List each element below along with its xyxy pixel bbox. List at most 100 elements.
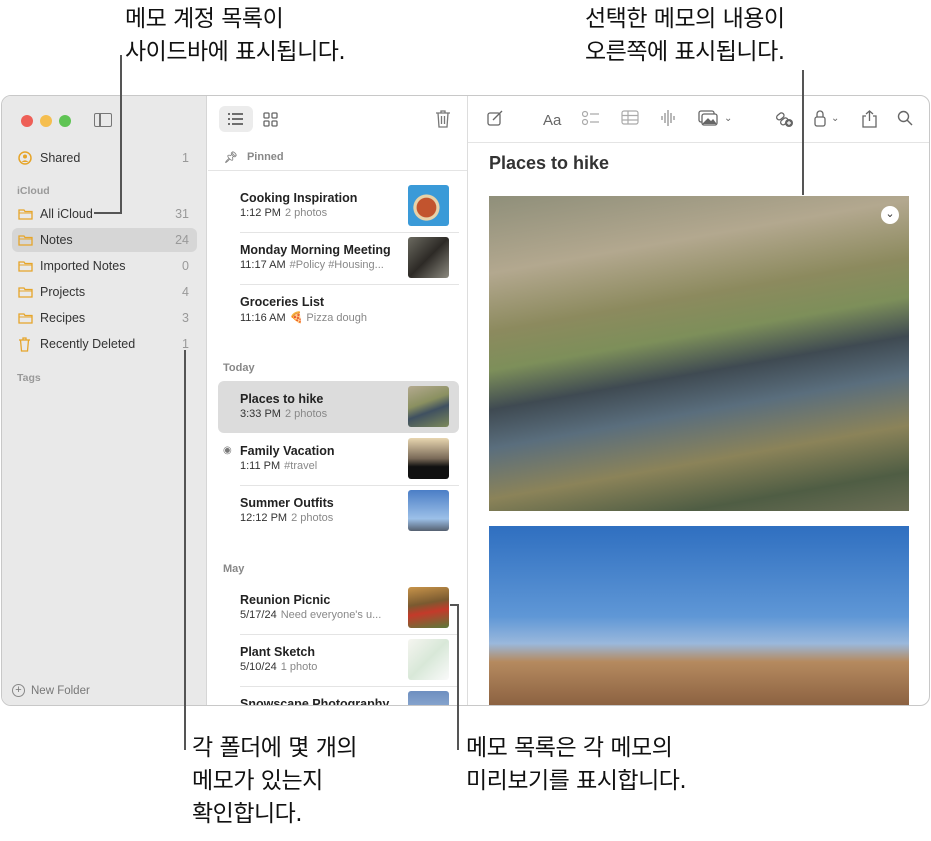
sidebar-item-projects[interactable]: Projects 4 (12, 280, 197, 304)
note-time: 3:33 PM (240, 408, 281, 420)
note-list-item[interactable]: Plant Sketch 5/10/24 1 photo (218, 634, 459, 687)
note-thumbnail (408, 587, 449, 628)
note-title: Groceries List (240, 295, 325, 309)
section-header-icloud: iCloud (17, 185, 50, 197)
note-meta: 3:33 PM 2 photos (240, 408, 327, 420)
note-time: 11:16 AM (240, 312, 286, 324)
audio-icon[interactable] (660, 110, 676, 130)
callout-content: 선택한 메모의 내용이오른쪽에 표시됩니다. (585, 3, 785, 69)
shared-person-icon (18, 151, 34, 165)
note-thumbnail (408, 438, 449, 479)
shared-person-icon: ◉ (223, 445, 232, 456)
divider (208, 170, 467, 171)
note-editor: Aa ⌄ ⌄ Places to hike ⌄ (468, 96, 929, 705)
plus-circle-icon: + (12, 684, 25, 697)
note-time: 5/10/24 (240, 661, 277, 673)
note-meta: 1:12 PM 2 photos (240, 207, 327, 219)
note-meta: 11:16 AM 🍕 Pizza dough (240, 311, 367, 324)
callout-line: 사이드바에 표시됩니다. (125, 39, 346, 65)
gallery-view-button[interactable] (263, 112, 278, 132)
hiking-photo-stream[interactable]: ⌄ (489, 196, 909, 511)
section-header-tags: Tags (17, 372, 41, 384)
group-header-may: May (223, 563, 245, 575)
folder-icon (18, 234, 34, 246)
minimize-button[interactable] (40, 115, 52, 127)
sidebar-item-imported-notes[interactable]: Imported Notes 0 (12, 254, 197, 278)
callout-previews: 메모 목록은 각 메모의 미리보기를 표시합니다. (466, 732, 687, 798)
note-title: Cooking Inspiration (240, 191, 358, 205)
note-meta: 5/17/24 Need everyone's u... (240, 609, 381, 621)
sidebar-toggle-icon[interactable] (94, 113, 112, 127)
note-time: 5/17/24 (240, 609, 277, 621)
notes-window: Shared 1 iCloud All iCloud 31 Notes 24 Import… (1, 95, 930, 706)
note-preview: Need everyone's u... (280, 609, 382, 621)
note-title: Monday Morning Meeting (240, 243, 391, 257)
sidebar-item-count: 1 (182, 151, 189, 165)
close-button[interactable] (21, 115, 33, 127)
format-button[interactable]: Aa (543, 112, 561, 129)
hiking-photo-arch[interactable] (489, 526, 909, 705)
sidebar-item-all-icloud[interactable]: All iCloud 31 (12, 202, 197, 226)
media-button[interactable]: ⌄ (698, 110, 732, 126)
note-title: Reunion Picnic (240, 593, 331, 607)
sidebar-item-shared[interactable]: Shared 1 (12, 146, 197, 170)
note-meta: 12:12 PM 2 photos (240, 512, 333, 524)
photo-icon (698, 110, 718, 126)
list-view-button[interactable] (219, 106, 253, 132)
note-preview: 🍕 Pizza dough (289, 312, 367, 324)
note-thumbnail (408, 386, 449, 427)
leader-line (120, 55, 122, 214)
note-list: 📌︎ Pinned Today May Cooking Inspiration 1:… (208, 96, 468, 705)
note-thumbnail (408, 639, 449, 680)
note-list-item[interactable]: Monday Morning Meeting 11:17 AM #Policy #H… (218, 232, 459, 285)
note-list-item[interactable]: Summer Outfits 12:12 PM 2 photos (218, 485, 459, 537)
note-list-item[interactable]: Groceries List 11:16 AM 🍕 Pizza dough (218, 284, 459, 336)
note-meta: 11:17 AM #Policy #Housing... (240, 259, 384, 271)
checklist-icon[interactable] (581, 110, 600, 130)
photo-menu-chevron-icon[interactable]: ⌄ (881, 206, 899, 224)
folder-icon (18, 286, 34, 298)
sidebar-item-count: 24 (175, 233, 189, 247)
note-title: Places to hike (489, 153, 610, 173)
sidebar-item-notes[interactable]: Notes 24 (12, 228, 197, 252)
leader-line (457, 604, 459, 750)
note-list-item[interactable]: Reunion Picnic 5/17/24 Need everyone's u..… (218, 582, 459, 635)
note-list-item[interactable]: Snowscape Photography (218, 686, 459, 706)
note-preview: #travel (284, 460, 318, 472)
pin-icon: 📌︎ (224, 152, 238, 164)
note-thumbnail (408, 185, 449, 226)
table-icon[interactable] (621, 110, 639, 129)
zoom-button[interactable] (59, 115, 71, 127)
note-preview: 2 photos (284, 408, 328, 420)
note-preview: 2 photos (291, 512, 334, 524)
note-thumbnail (408, 490, 449, 531)
sidebar: Shared 1 iCloud All iCloud 31 Notes 24 Import… (2, 96, 207, 705)
lock-button[interactable]: ⌄ (814, 110, 839, 127)
note-title: Summer Outfits (240, 496, 334, 510)
note-title: Snowscape Photography (240, 697, 390, 706)
note-list-item[interactable]: ◉ Family Vacation 1:11 PM #travel (218, 433, 459, 486)
share-icon[interactable] (862, 110, 877, 132)
callout-line: 오른쪽에 표시됩니다. (585, 39, 785, 65)
trash-icon[interactable] (435, 110, 451, 133)
pinned-label: Pinned (246, 151, 284, 163)
callout-counts: 각 폴더에 몇 개의 메모가 있는지 확인합니다. (192, 732, 358, 831)
sidebar-item-recently-deleted[interactable]: Recently Deleted 1 (12, 332, 197, 356)
sidebar-item-recipes[interactable]: Recipes 3 (12, 306, 197, 330)
collaborate-icon[interactable] (774, 110, 794, 132)
lock-icon (814, 110, 826, 127)
note-time: 1:11 PM (240, 460, 281, 472)
search-icon[interactable] (897, 110, 913, 130)
compose-icon[interactable] (487, 110, 503, 130)
trash-icon (18, 336, 34, 352)
callout-line: 선택한 메모의 내용이 (585, 6, 785, 32)
sidebar-item-label: All iCloud (40, 207, 93, 221)
new-folder-button[interactable]: + New Folder (12, 684, 90, 697)
note-thumbnail (408, 237, 449, 278)
note-list-item[interactable]: Cooking Inspiration 1:12 PM 2 photos (218, 180, 459, 233)
sidebar-item-label: Notes (40, 233, 73, 247)
note-list-item[interactable]: Places to hike 3:33 PM 2 photos (218, 381, 459, 433)
note-meta: 5/10/24 1 photo (240, 661, 317, 673)
sidebar-item-label: Recently Deleted (40, 337, 136, 351)
sidebar-item-count: 0 (182, 259, 189, 273)
